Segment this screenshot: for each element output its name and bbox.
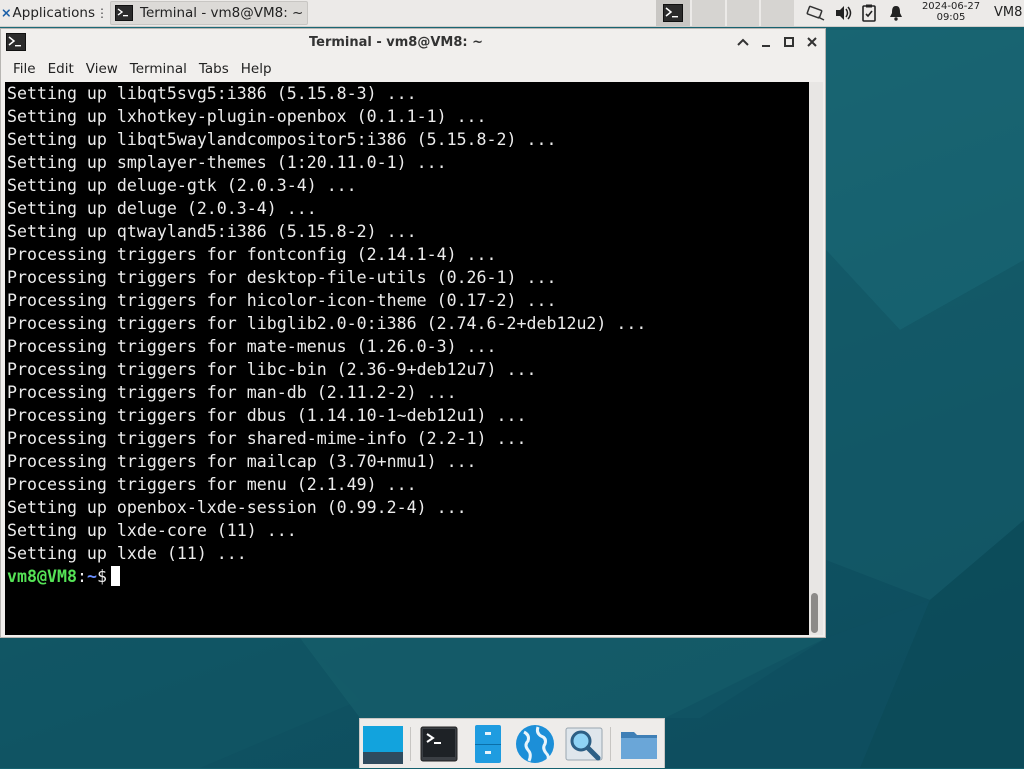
terminal-line: Processing triggers for libc-bin (2.36-9… [7, 360, 537, 379]
workspace-3[interactable] [727, 0, 759, 26]
show-desktop-icon [363, 726, 403, 764]
top-panel: Applications ⋮ Terminal - vm8@VM8: ~ 202… [0, 0, 1024, 27]
terminal-line: Processing triggers for menu (2.1.49) ..… [7, 475, 417, 494]
terminal-line: Setting up lxde-core (11) ... [7, 521, 297, 540]
menu-bar: File Edit View Terminal Tabs Help [1, 57, 825, 81]
xfce-logo-icon [2, 9, 10, 17]
maximize-button[interactable] [781, 34, 797, 50]
terminal-icon [115, 5, 133, 21]
clock-date: 2024-06-27 [921, 1, 981, 12]
terminal-line: Setting up smplayer-themes (1:20.11.0-1)… [7, 153, 447, 172]
clock[interactable]: 2024-06-27 09:05 [912, 1, 990, 23]
minimize-button[interactable] [758, 34, 774, 50]
file-cabinet-icon [475, 725, 501, 763]
menu-terminal[interactable]: Terminal [124, 61, 193, 77]
terminal-line: Setting up lxhotkey-plugin-openbox (0.1.… [7, 107, 487, 126]
menu-help[interactable]: Help [235, 61, 278, 77]
terminal-line: Setting up libqt5svg5:i386 (5.15.8-3) ..… [7, 84, 417, 103]
terminal-line: Setting up lxde (11) ... [7, 544, 247, 563]
terminal-line: Processing triggers for mailcap (3.70+nm… [7, 452, 477, 471]
window-titlebar[interactable]: Terminal - vm8@VM8: ~ [1, 29, 825, 57]
prompt-symbol: $ [96, 567, 107, 586]
workspace-4[interactable] [761, 0, 794, 26]
terminal-output[interactable]: Setting up libqt5svg5:i386 (5.15.8-3) ..… [5, 82, 809, 635]
prompt-user: vm8@VM8 [7, 567, 77, 586]
menu-more-icon: ⋮ [96, 6, 108, 20]
network-icon[interactable] [806, 0, 826, 26]
terminal-line: Setting up libqt5waylandcompositor5:i386… [7, 130, 557, 149]
menu-tabs[interactable]: Tabs [193, 61, 235, 77]
maximize-icon [784, 37, 794, 47]
terminal-line: Processing triggers for man-db (2.11.2-2… [7, 383, 457, 402]
terminal-line: Processing triggers for desktop-file-uti… [7, 268, 557, 287]
applications-label: Applications [12, 5, 95, 21]
workspace-1[interactable] [656, 0, 690, 26]
applications-menu-button[interactable]: Applications ⋮ [0, 0, 108, 26]
terminal-prompt-line[interactable]: vm8@VM8:~$ [5, 565, 809, 588]
terminal-window: Terminal - vm8@VM8: ~ File Edit View Ter… [0, 28, 826, 638]
show-desktop-button[interactable] [362, 723, 404, 765]
menu-file[interactable]: File [7, 61, 42, 77]
terminal-line: Setting up deluge-gtk (2.0.3-4) ... [7, 176, 357, 195]
terminal-line: Processing triggers for shared-mime-info… [7, 429, 527, 448]
terminal-line: Processing triggers for dbus (1.14.10-1~… [7, 406, 527, 425]
bell-icon [890, 6, 902, 21]
menu-edit[interactable]: Edit [42, 61, 80, 77]
terminal-line: Setting up qtwayland5:i386 (5.15.8-2) ..… [7, 222, 417, 241]
terminal-line: Processing triggers for libglib2.0-0:i38… [7, 314, 647, 333]
notifications-icon[interactable] [889, 0, 903, 26]
taskbar-item-title: Terminal - vm8@VM8: ~ [140, 5, 304, 21]
chevron-up-icon [737, 38, 749, 46]
window-menu-button[interactable] [735, 34, 751, 50]
terminal-line: Setting up deluge (2.0.3-4) ... [7, 199, 317, 218]
window-title: Terminal - vm8@VM8: ~ [308, 35, 484, 50]
terminal-line: Processing triggers for mate-menus (1.26… [7, 337, 497, 356]
file-manager-launcher[interactable] [467, 723, 509, 765]
prompt-separator: : [76, 567, 87, 586]
close-button[interactable] [804, 34, 820, 50]
app-finder-icon [565, 727, 603, 761]
web-browser-icon [516, 725, 554, 763]
dock-separator [610, 727, 611, 761]
terminal-line: Processing triggers for hicolor-icon-the… [7, 291, 557, 310]
terminal-icon [420, 726, 458, 762]
clipboard-check-icon [862, 4, 876, 22]
minimize-icon [762, 45, 770, 47]
scrollbar-thumb[interactable] [811, 593, 818, 633]
volume-icon[interactable] [835, 0, 853, 26]
clipboard-icon[interactable] [862, 0, 876, 26]
clock-time: 09:05 [936, 12, 966, 23]
close-icon [807, 37, 817, 47]
dock-separator [410, 727, 411, 761]
menu-view[interactable]: View [80, 61, 124, 77]
text-cursor [110, 566, 120, 586]
web-browser-launcher[interactable] [514, 723, 556, 765]
terminal-launcher[interactable] [418, 723, 460, 765]
terminal-icon [663, 4, 683, 22]
terminal-line: Setting up openbox-lxde-session (0.99.2-… [7, 498, 467, 517]
prompt-path: ~ [86, 567, 97, 586]
workspace-2[interactable] [692, 0, 725, 26]
vertical-scrollbar[interactable] [809, 82, 823, 635]
folder-icon [621, 732, 657, 759]
network-disconnected-icon [806, 5, 825, 21]
hostname-label: VM8 [994, 5, 1023, 20]
dock-panel [359, 718, 665, 768]
app-finder-launcher[interactable] [563, 723, 605, 765]
terminal-line: Processing triggers for fontconfig (2.14… [7, 245, 497, 264]
folder-launcher[interactable] [618, 723, 660, 765]
taskbar-item-terminal[interactable]: Terminal - vm8@VM8: ~ [110, 1, 308, 25]
speaker-icon [836, 6, 852, 20]
